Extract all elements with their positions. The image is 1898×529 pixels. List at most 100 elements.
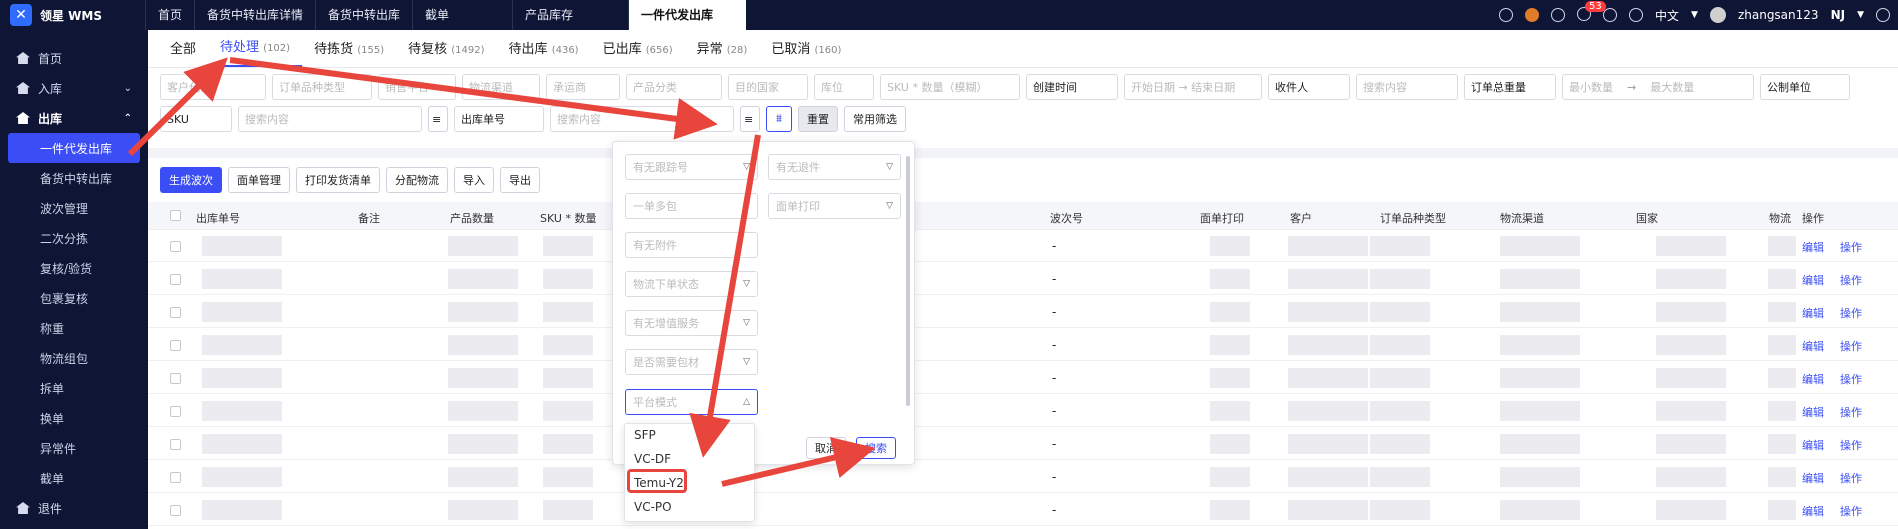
return-select[interactable]: 有无退件 ▽ [768,154,901,180]
operate-link[interactable]: 操作 [1840,437,1862,453]
edit-link[interactable]: 编辑 [1802,503,1824,519]
option-vc-po[interactable]: VC-PO [634,500,672,514]
weight-range-input[interactable]: 最小数量 → 最大数量 [1562,74,1754,100]
sidebar-item-exception[interactable]: 异常件 [0,433,148,463]
label-print-select[interactable]: 面单打印 ▽ [768,193,901,219]
advanced-filter-icon[interactable]: ⩩ [766,106,792,132]
value-added-select[interactable]: 有无增值服务 ▽ [625,310,758,336]
tab-pending[interactable]: 待处理 (102) [208,36,303,67]
row-checkbox[interactable] [170,505,181,516]
row-checkbox[interactable] [170,373,181,384]
tab-to-pick[interactable]: 待拣货 (155) [302,38,396,67]
operate-link[interactable]: 操作 [1840,272,1862,288]
mascot-icon[interactable] [1525,8,1540,22]
operate-link[interactable]: 操作 [1840,338,1862,354]
download-icon[interactable] [1551,8,1566,22]
generate-wave-button[interactable]: 生成波次 [160,167,222,193]
sidebar-item-logistics-pack[interactable]: 物流组包 [0,343,148,373]
edit-link[interactable]: 编辑 [1802,437,1824,453]
top-tab-home[interactable]: 首页 [145,0,194,30]
operate-link[interactable]: 操作 [1840,305,1862,321]
total-weight-select[interactable]: 订单总重量 [1464,74,1556,100]
sku-type-select[interactable]: SKU [160,106,232,132]
product-category-select[interactable]: 产品分类 [626,74,722,100]
recipient-search-input[interactable]: 搜索内容 [1356,74,1458,100]
username[interactable]: zhangsan123 [1738,8,1819,22]
attachment-select[interactable]: 有无附件 [625,232,758,258]
channel-select[interactable]: 物流渠道 [462,74,540,100]
operate-link[interactable]: 操作 [1840,239,1862,255]
sidebar-item-home[interactable]: 首页 [0,43,148,73]
tab-cancelled[interactable]: 已取消 (160) [759,38,853,67]
print-list-button[interactable]: 打印发货清单 [296,167,380,193]
app-logo[interactable]: ✕ 领星 WMS [10,4,102,26]
metric-unit-select[interactable]: 公制单位 [1760,74,1850,100]
country-select[interactable]: 目的国家 [728,74,808,100]
carrier-select[interactable]: 承运商 [546,74,620,100]
row-checkbox[interactable] [170,307,181,318]
top-tab-transfer[interactable]: 备货中转出库 [315,0,412,30]
operate-link[interactable]: 操作 [1840,371,1862,387]
row-checkbox[interactable] [170,472,181,483]
sidebar-item-transfer[interactable]: 备货中转出库 [0,163,148,193]
sku-search-input[interactable]: 搜索内容 [238,106,422,132]
platform-select[interactable]: 销售平台 [378,74,456,100]
batch-icon[interactable]: ≡ [428,106,448,132]
edit-link[interactable]: 编辑 [1802,305,1824,321]
notification-bell[interactable]: 53 [1577,0,1606,24]
import-button[interactable]: 导入 [454,167,494,193]
sidebar-item-outbound[interactable]: 出库 ⌃ [0,103,148,133]
option-vc-df[interactable]: VC-DF [634,452,671,466]
outbound-no-select[interactable]: 出库单号 [454,106,544,132]
search-button[interactable]: 搜索 [856,437,896,459]
logistics-order-status-select[interactable]: 物流下单状态 ▽ [625,271,758,297]
select-all-checkbox[interactable] [170,210,181,221]
sidebar-item-return[interactable]: 退件 [0,493,148,523]
sidebar-item-sorting[interactable]: 二次分拣 [0,223,148,253]
tab-exception[interactable]: 异常 (28) [685,38,760,67]
operate-link[interactable]: 操作 [1840,470,1862,486]
top-tab-cutoff[interactable]: 截单 [412,0,512,30]
row-checkbox[interactable] [170,274,181,285]
order-type-select[interactable]: 订单品种类型 [272,74,372,100]
language-select[interactable]: 中文 [1655,7,1679,24]
packaging-select[interactable]: 是否需要包材 ▽ [625,349,758,375]
org-switch[interactable]: NJ [1831,8,1846,22]
row-checkbox[interactable] [170,406,181,417]
recipient-select[interactable]: 收件人 [1268,74,1350,100]
option-sfp[interactable]: SFP [634,428,656,442]
avatar[interactable] [1709,7,1726,23]
menu-icon[interactable] [1876,8,1890,22]
top-tab-inventory[interactable]: 产品库存 [512,0,620,30]
batch-icon[interactable]: ≡ [740,106,760,132]
tracking-no-select[interactable]: 有无跟踪号 ▽ [625,154,758,180]
sidebar-item-inbound[interactable]: 入库 ⌄ [0,73,148,103]
row-checkbox[interactable] [170,241,181,252]
row-checkbox[interactable] [170,439,181,450]
sidebar-item-dropship[interactable]: 一件代发出库 [8,133,140,163]
edit-link[interactable]: 编辑 [1802,371,1824,387]
tab-to-review[interactable]: 待复核 (1492) [396,38,496,67]
label-manage-button[interactable]: 面单管理 [228,167,290,193]
sidebar-item-weigh[interactable]: 称重 [0,313,148,343]
tab-to-ship[interactable]: 待出库 (436) [497,38,591,67]
operate-link[interactable]: 操作 [1840,503,1862,519]
reset-button[interactable]: 重置 [798,106,838,132]
sidebar-item-split[interactable]: 拆单 [0,373,148,403]
row-checkbox[interactable] [170,340,181,351]
sidebar-item-package-review[interactable]: 包裹复核 [0,283,148,313]
cancel-button[interactable]: 取消 [806,437,846,459]
tab-all[interactable]: 全部 [158,38,208,67]
help-icon[interactable] [1629,8,1644,22]
settings-icon[interactable] [1603,8,1618,22]
export-button[interactable]: 导出 [500,167,540,193]
multi-package-select[interactable]: 一单多包 ▽ [625,193,758,219]
location-input[interactable]: 库位 [814,74,874,100]
top-tab-transfer-detail[interactable]: 备货中转出库详情 [194,0,315,30]
assign-logistics-button[interactable]: 分配物流 [386,167,448,193]
edit-link[interactable]: 编辑 [1802,272,1824,288]
sku-qty-input[interactable]: SKU * 数量（模糊） [880,74,1020,100]
edit-link[interactable]: 编辑 [1802,404,1824,420]
outbound-search-input[interactable]: 搜索内容 [550,106,734,132]
edit-link[interactable]: 编辑 [1802,470,1824,486]
